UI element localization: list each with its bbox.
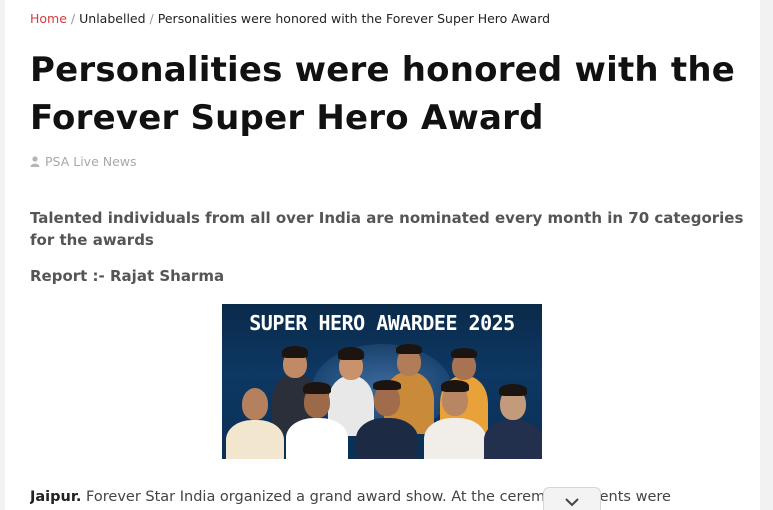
article-author: PSA Live News <box>30 154 137 169</box>
dateline-city: Jaipur. <box>30 489 82 505</box>
breadcrumb-category-link[interactable]: Unlabelled <box>79 11 145 26</box>
article-body-paragraph: Jaipur. Forever Star India organized a g… <box>30 489 750 505</box>
award-banner-image: SUPER HERO AWARDEE 2025 <box>222 304 542 459</box>
breadcrumb-separator: / <box>70 11 76 26</box>
awardee-figure <box>424 380 486 459</box>
breadcrumb-home-link[interactable]: Home <box>30 11 67 26</box>
awardee-figure <box>484 384 542 459</box>
awardee-figure <box>226 384 284 459</box>
breadcrumb-current: Personalities were honored with the Fore… <box>157 11 551 26</box>
article-page: Home / Unlabelled / Personalities were honor… <box>5 0 760 510</box>
article-title: Personalities were honored with the Fore… <box>30 50 735 138</box>
scroll-down-button[interactable] <box>543 487 601 510</box>
breadcrumb-separator: / <box>149 11 154 26</box>
article-lead: Talented individuals from all over India… <box>30 209 744 249</box>
article-report-byline: Report :- Rajat Sharma <box>30 267 225 285</box>
user-icon <box>30 156 40 167</box>
awardee-figure <box>286 382 348 459</box>
breadcrumb: Home / Unlabelled / Personalities were honor… <box>30 11 550 26</box>
chevron-down-icon <box>564 492 580 510</box>
author-link[interactable]: PSA Live News <box>45 154 137 169</box>
banner-title: SUPER HERO AWARDEE 2025 <box>249 311 515 335</box>
awardee-figure <box>356 380 418 459</box>
